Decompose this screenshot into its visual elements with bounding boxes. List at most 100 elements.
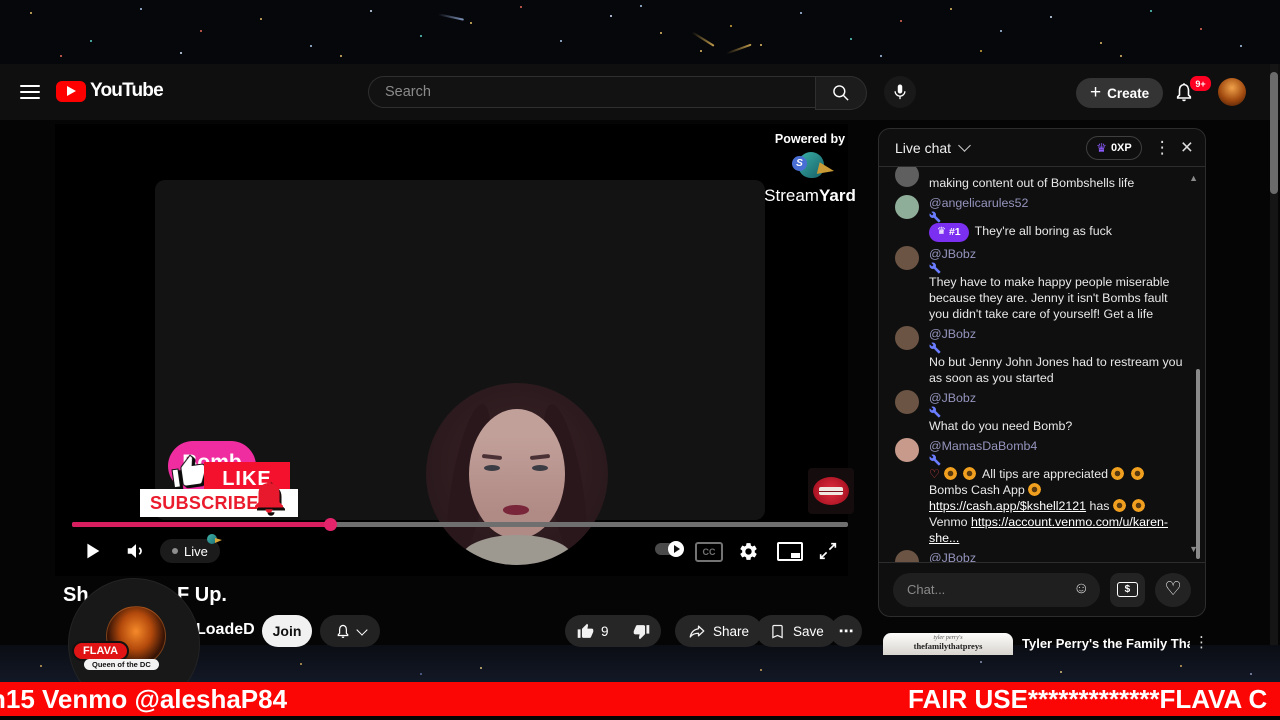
close-icon[interactable]: × xyxy=(1181,137,1193,158)
message-text: What do you need Bomb? xyxy=(929,419,1073,433)
autoplay-toggle[interactable] xyxy=(655,541,684,557)
youtube-logo-text: YouTube xyxy=(90,80,164,101)
chat-avatar xyxy=(895,326,919,350)
chat-message: @MamasDaBomb4 ♡ All tips are appreciated … xyxy=(895,438,1183,546)
crown-icon: ♛ xyxy=(1096,140,1107,155)
chat-avatar xyxy=(895,438,919,462)
youtube-logo[interactable]: YouTube xyxy=(56,80,164,102)
firework-streak xyxy=(691,31,715,47)
sunflower-emoji xyxy=(1130,467,1144,480)
chat-scrollbar-thumb[interactable] xyxy=(1196,369,1200,559)
dollar-icon: $ xyxy=(1116,582,1138,597)
chat-message: making content out of Bombshells life xyxy=(895,167,1183,191)
crown-icon: ♛ xyxy=(937,226,946,237)
account-avatar[interactable] xyxy=(1218,78,1246,106)
voice-search-button[interactable] xyxy=(884,76,916,108)
message-link[interactable]: https://cash.app/$kshell2121 xyxy=(929,499,1086,513)
fireworks-dots xyxy=(0,0,2,2)
join-button[interactable]: Join xyxy=(262,615,312,647)
like-count: 9 xyxy=(601,623,609,639)
chat-heart-button[interactable]: ♡ xyxy=(1155,572,1192,607)
gear-icon xyxy=(739,542,757,560)
chat-username[interactable]: @JBobz xyxy=(929,247,976,261)
chat-messages: making content out of Bombshells life @a… xyxy=(879,167,1205,562)
channel-name[interactable]: LoadeD xyxy=(196,621,255,639)
page-scrollbar-thumb[interactable] xyxy=(1270,72,1278,194)
suggested-video-menu-icon[interactable]: ⋮ xyxy=(1194,633,1209,651)
chat-username[interactable]: @JBobz xyxy=(929,327,976,341)
wrench-icon xyxy=(929,406,941,418)
notification-preference-button[interactable] xyxy=(320,615,380,647)
dislike-button[interactable] xyxy=(621,623,662,640)
create-label: Create xyxy=(1107,85,1150,101)
emoji-icon[interactable]: ☺ xyxy=(1073,580,1089,598)
settings-button[interactable] xyxy=(735,538,761,564)
firework-streak xyxy=(438,13,464,21)
message-text: They have to make happy people miserable… xyxy=(929,275,1170,321)
video-player[interactable]: Powered by S StreamYard Bomb LIKE SUBSCR… xyxy=(55,124,856,576)
suggested-video-title[interactable]: Tyler Perry's the Family That xyxy=(1022,636,1190,651)
chat-username[interactable]: @JBobz xyxy=(929,551,976,562)
search-button[interactable] xyxy=(815,76,867,110)
thumbs-up-icon xyxy=(577,623,594,638)
chat-header: Live chat ♛ 0XP ⋮ × xyxy=(879,129,1205,167)
flava-badge: FLAVA xyxy=(72,641,130,661)
create-button[interactable]: + Create xyxy=(1076,78,1164,108)
captions-button[interactable]: CC xyxy=(695,542,723,562)
sunflower-emoji xyxy=(963,467,977,480)
eye xyxy=(532,465,548,471)
miniplayer-icon[interactable] xyxy=(777,542,803,561)
lips xyxy=(503,505,529,515)
wrench-icon xyxy=(929,262,941,274)
play-button[interactable] xyxy=(77,536,107,566)
like-button[interactable]: 9 xyxy=(565,623,621,640)
chat-username[interactable]: @JBobz xyxy=(929,391,976,405)
bookmark-icon xyxy=(772,624,783,639)
chat-username[interactable]: @angelicarules52 xyxy=(929,196,1028,210)
chat-username[interactable]: @MamasDaBomb4 xyxy=(929,439,1037,453)
teeth-gap xyxy=(819,490,843,492)
flava-subtitle-badge: Queen of the DC xyxy=(84,659,159,670)
message-text: No but Jenny John Jones had to restream … xyxy=(929,355,1183,385)
rank-badge: ♛ #1 xyxy=(929,223,969,242)
chat-input[interactable] xyxy=(893,572,1100,607)
streamyard-wordmark: StreamYard xyxy=(764,186,856,205)
channel-bell-icon xyxy=(337,624,349,638)
autoplay-knob xyxy=(668,541,684,557)
fullscreen-icon xyxy=(819,542,837,560)
suggested-video-thumbnail[interactable]: tyler perry's thefamilythatpreys xyxy=(883,633,1013,655)
chat-scroll-up-arrow[interactable]: ▲ xyxy=(1189,173,1198,183)
superchat-button[interactable]: $ xyxy=(1109,572,1146,607)
sunflower-emoji xyxy=(943,467,957,480)
chat-message: @JBobz No but Jenny John Jones had to res… xyxy=(895,326,1183,386)
fireworks-banner xyxy=(0,0,1280,64)
wrench-icon xyxy=(929,342,941,354)
fullscreen-button[interactable] xyxy=(815,538,841,564)
wrench-icon xyxy=(929,211,941,223)
save-button[interactable]: Save xyxy=(756,615,837,647)
chat-avatar xyxy=(895,246,919,270)
plus-icon: + xyxy=(1090,82,1102,103)
chevron-down-icon[interactable] xyxy=(958,139,971,152)
share-button[interactable]: Share xyxy=(675,615,763,647)
hamburger-menu-icon[interactable] xyxy=(20,85,40,99)
chevron-down-icon xyxy=(356,623,368,636)
chat-avatar xyxy=(895,390,919,414)
bottom-edge xyxy=(0,716,1280,720)
live-label: Live xyxy=(184,543,208,559)
chat-menu-icon[interactable]: ⋮ xyxy=(1154,138,1171,158)
streamyard-s-badge: S xyxy=(792,156,807,171)
chat-title[interactable]: Live chat xyxy=(895,140,951,156)
chat-input-bar: ☺ $ ♡ xyxy=(879,562,1205,616)
xp-badge[interactable]: ♛ 0XP xyxy=(1086,135,1142,160)
city-lights xyxy=(0,645,2,647)
share-label: Share xyxy=(713,623,750,639)
chat-avatar xyxy=(895,195,919,219)
message-text: All tips are appreciated xyxy=(981,467,1109,481)
powered-by-label: Powered by xyxy=(774,132,846,146)
volume-button[interactable] xyxy=(121,536,151,566)
message-text: They're all boring as fuck xyxy=(974,224,1113,238)
progress-bar-scrubber[interactable] xyxy=(324,518,337,531)
more-actions-button[interactable]: ⋯ xyxy=(830,615,862,647)
search-input[interactable] xyxy=(368,76,815,108)
